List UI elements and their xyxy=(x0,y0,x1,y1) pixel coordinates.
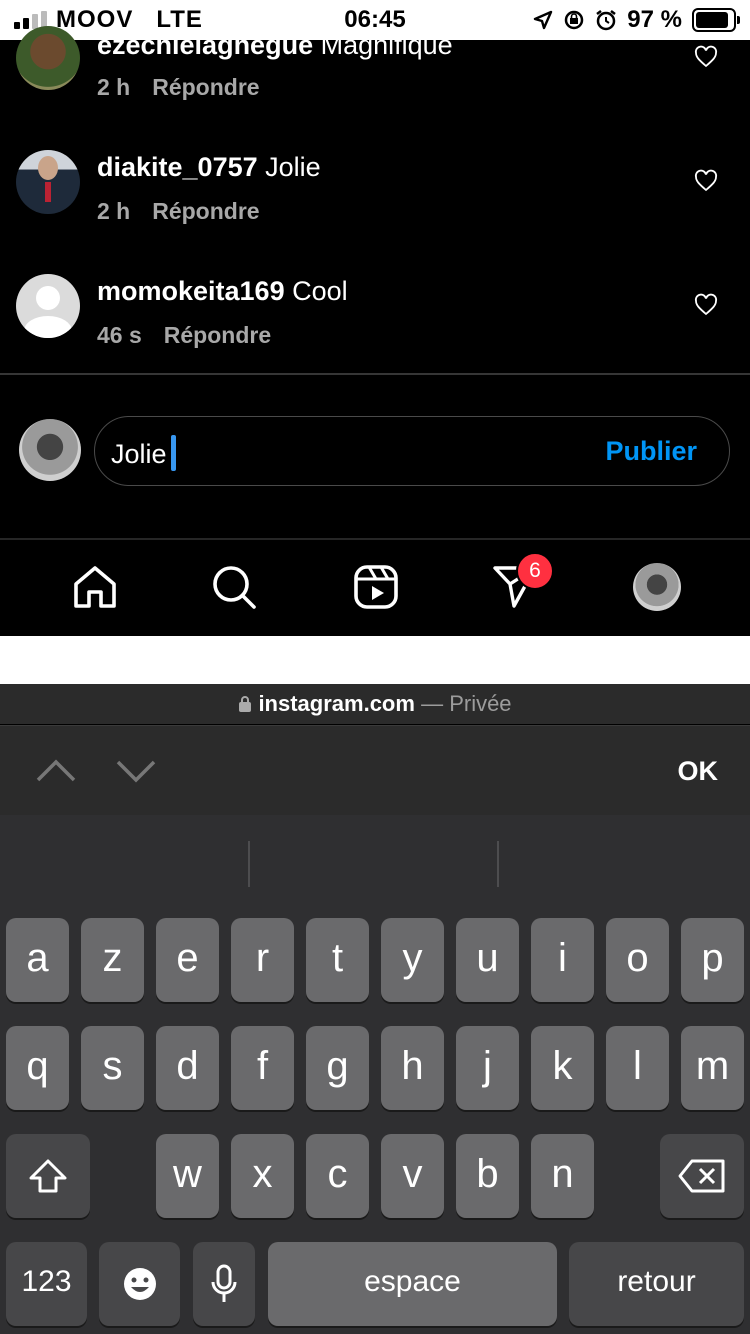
keyboard-accessory-bar: OK xyxy=(0,725,750,816)
heart-icon[interactable] xyxy=(694,293,718,317)
comment-username[interactable]: momokeita169 xyxy=(97,276,285,306)
backspace-key[interactable] xyxy=(660,1134,744,1218)
comment-username[interactable]: diakite_0757 xyxy=(97,152,258,182)
key-o[interactable]: o xyxy=(606,918,669,1002)
url-domain: instagram.com xyxy=(258,691,415,716)
key-j[interactable]: j xyxy=(456,1026,519,1110)
page-background xyxy=(0,636,750,684)
notification-badge: 6 xyxy=(516,552,554,590)
key-c[interactable]: c xyxy=(306,1134,369,1218)
url-separator: — xyxy=(421,691,444,716)
comment-age: 2 h xyxy=(97,198,131,224)
key-e[interactable]: e xyxy=(156,918,219,1002)
shift-key[interactable] xyxy=(6,1134,90,1218)
key-l[interactable]: l xyxy=(606,1026,669,1110)
search-icon[interactable] xyxy=(211,564,257,610)
key-q[interactable]: q xyxy=(6,1026,69,1110)
comment-item: diakite_0757 Jolie 2 h Répondre xyxy=(0,124,750,248)
return-key[interactable]: retour xyxy=(569,1242,744,1326)
profile-avatar[interactable] xyxy=(633,563,681,611)
emoji-icon xyxy=(123,1268,156,1300)
key-i[interactable]: i xyxy=(531,918,594,1002)
publish-button[interactable]: Publier xyxy=(605,436,697,467)
browser-url-bar[interactable]: instagram.com — Privée xyxy=(0,684,750,724)
divider xyxy=(0,373,750,375)
key-a[interactable]: a xyxy=(6,918,69,1002)
key-p[interactable]: p xyxy=(681,918,744,1002)
comment-text: Magnifique xyxy=(320,30,453,60)
comment-item: momokeita169 Cool 46 s Répondre xyxy=(0,248,750,372)
key-w[interactable]: w xyxy=(156,1134,219,1218)
reply-button[interactable]: Répondre xyxy=(164,322,271,348)
chevron-up-icon[interactable] xyxy=(36,758,76,782)
comment-username[interactable]: ezechielaghegue xyxy=(97,40,313,60)
comment-item: ezechielaghegue Magnifique 2 h Répondre xyxy=(0,0,750,124)
key-y[interactable]: y xyxy=(381,918,444,1002)
heart-icon[interactable] xyxy=(694,169,718,193)
private-mode-label: Privée xyxy=(449,691,512,716)
comment-text: Jolie xyxy=(265,152,321,182)
comment-input-value[interactable]: Jolie xyxy=(111,439,167,469)
key-b[interactable]: b xyxy=(456,1134,519,1218)
suggestion-divider xyxy=(497,841,499,887)
comment-age: 2 h xyxy=(97,74,131,100)
key-x[interactable]: x xyxy=(231,1134,294,1218)
key-m[interactable]: m xyxy=(681,1026,744,1110)
emoji-key[interactable] xyxy=(99,1242,180,1326)
chevron-down-icon[interactable] xyxy=(116,760,156,784)
key-u[interactable]: u xyxy=(456,918,519,1002)
text-caret xyxy=(170,435,176,471)
reply-button[interactable]: Répondre xyxy=(152,198,259,224)
my-avatar xyxy=(19,419,81,481)
avatar[interactable] xyxy=(16,26,80,90)
numbers-key[interactable]: 123 xyxy=(6,1242,87,1326)
default-avatar-icon[interactable] xyxy=(16,274,80,338)
suggestion-divider xyxy=(248,841,250,887)
lock-icon xyxy=(239,696,252,712)
key-v[interactable]: v xyxy=(381,1134,444,1218)
dictation-key[interactable] xyxy=(193,1242,255,1326)
microphone-icon xyxy=(211,1264,237,1302)
key-t[interactable]: t xyxy=(306,918,369,1002)
key-s[interactable]: s xyxy=(81,1026,144,1110)
key-z[interactable]: z xyxy=(81,918,144,1002)
heart-icon[interactable] xyxy=(694,45,718,69)
comment-age: 46 s xyxy=(97,322,142,348)
comment-text: Cool xyxy=(292,276,348,306)
reply-button[interactable]: Répondre xyxy=(152,74,259,100)
key-k[interactable]: k xyxy=(531,1026,594,1110)
keyboard: azertyuiop qsdfghjklm wxcvbn 123 espace … xyxy=(0,815,750,1334)
comment-input[interactable]: Jolie Publier xyxy=(94,416,730,486)
space-key[interactable]: espace xyxy=(268,1242,557,1326)
bottom-nav xyxy=(0,538,750,638)
key-g[interactable]: g xyxy=(306,1026,369,1110)
key-r[interactable]: r xyxy=(231,918,294,1002)
avatar[interactable] xyxy=(16,150,80,214)
reels-icon[interactable] xyxy=(353,564,399,610)
key-h[interactable]: h xyxy=(381,1026,444,1110)
key-n[interactable]: n xyxy=(531,1134,594,1218)
key-d[interactable]: d xyxy=(156,1026,219,1110)
key-f[interactable]: f xyxy=(231,1026,294,1110)
done-button[interactable]: OK xyxy=(678,756,719,787)
home-icon[interactable] xyxy=(72,564,118,610)
